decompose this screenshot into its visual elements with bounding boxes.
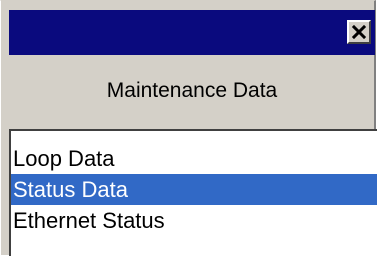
title-bar[interactable] xyxy=(9,10,375,55)
list-item-status-data[interactable]: Status Data xyxy=(11,174,377,205)
panel-title: Maintenance Data xyxy=(106,79,278,102)
list-item-ethernet-status[interactable]: Ethernet Status xyxy=(11,205,377,236)
maintenance-window: Maintenance Data Loop Data Status Data E… xyxy=(0,0,377,256)
close-icon xyxy=(352,25,366,39)
maintenance-list[interactable]: Loop Data Status Data Ethernet Status xyxy=(9,129,377,256)
list-item-loop-data[interactable]: Loop Data xyxy=(11,143,377,174)
close-button[interactable] xyxy=(347,20,371,44)
